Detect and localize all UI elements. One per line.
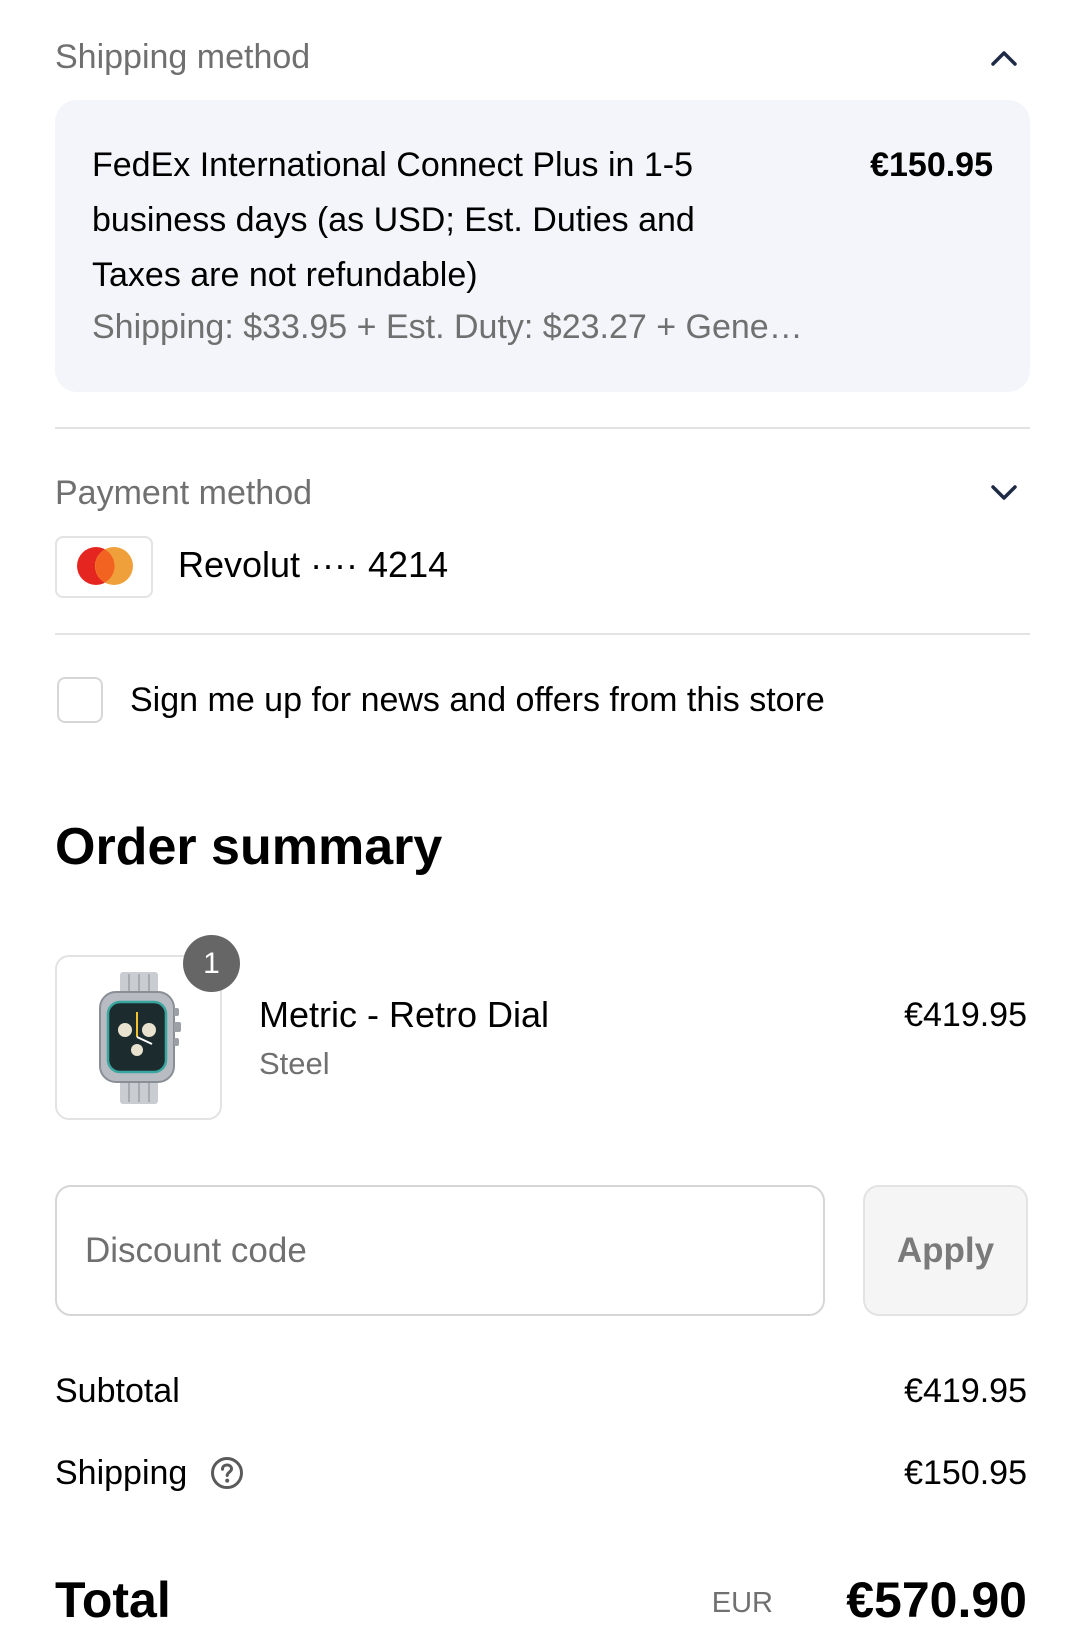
newsletter-label[interactable]: Sign me up for news and offers from this…	[130, 675, 825, 725]
quantity-badge: 1	[183, 935, 240, 992]
shipping-label: Shipping	[55, 1454, 188, 1492]
total-currency: EUR	[711, 1587, 773, 1619]
total-value: €570.90	[846, 1572, 1027, 1628]
order-summary-title: Order summary	[55, 818, 443, 876]
subtotal-value: €419.95	[904, 1372, 1027, 1410]
shipping-option-price: €150.95	[870, 146, 993, 184]
divider	[55, 633, 1030, 635]
product-price: €419.95	[904, 996, 1027, 1034]
checkout-page: Shipping method FedEx International Conn…	[0, 0, 1080, 1649]
shipping-method-title: Shipping method	[55, 38, 311, 76]
help-circle-icon[interactable]	[210, 1456, 244, 1490]
shipping-value: €150.95	[904, 1454, 1027, 1492]
payment-card-label[interactable]: Revolut ···· 4214	[178, 540, 448, 590]
newsletter-checkbox[interactable]	[57, 677, 103, 723]
subtotal-label: Subtotal	[55, 1372, 180, 1410]
divider	[55, 427, 1030, 429]
mastercard-icon	[77, 547, 133, 585]
chevron-down-icon[interactable]	[984, 473, 1024, 513]
product-variant: Steel	[259, 1046, 330, 1081]
product-name: Metric - Retro Dial	[259, 994, 550, 1035]
payment-method-title: Payment method	[55, 474, 313, 512]
shipping-option-name: FedEx International Connect Plus in 1-5 …	[92, 146, 695, 294]
card-brand-badge	[55, 536, 153, 598]
watch-icon	[98, 971, 181, 1104]
total-label: Total	[55, 1572, 171, 1628]
discount-code-input[interactable]	[55, 1185, 825, 1316]
shipping-option-detail: Shipping: $33.95 + Est. Duty: $23.27 + G…	[92, 308, 803, 346]
apply-discount-button[interactable]: Apply	[863, 1185, 1028, 1316]
chevron-up-icon[interactable]	[984, 38, 1024, 78]
